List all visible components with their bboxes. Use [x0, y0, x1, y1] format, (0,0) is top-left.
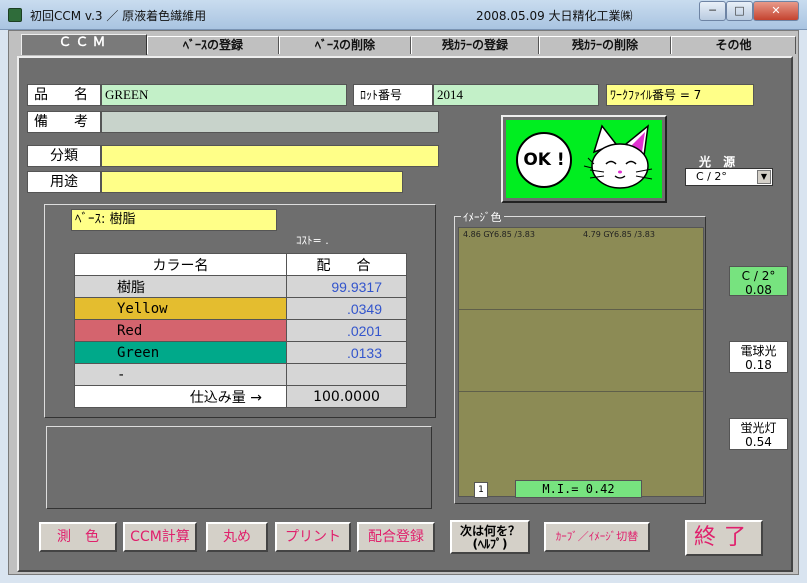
remark-label: 備 考 [27, 111, 101, 133]
image-color-swatch-top [459, 228, 703, 310]
ccm-calc-button[interactable]: CCM計算 [123, 522, 197, 552]
mi-value: M.I.= 0.42 [515, 480, 642, 498]
window-title: 初回CCM v.3 ／ 原液着色繊維用 [30, 9, 207, 23]
result-status-box: OK ! [501, 115, 667, 203]
measure-color-button[interactable]: 測 色 [39, 522, 117, 552]
tab-remaining-color-delete[interactable]: 残ｶﾗｰの削除 [539, 36, 671, 54]
tab-ccm[interactable]: ＣＣＭ [21, 34, 147, 55]
color-name-cell: Red [74, 319, 287, 342]
ratio-cell [286, 363, 407, 386]
ratio-cell: .0133 [286, 341, 407, 364]
lot-number-label: ﾛｯﾄ番号 [353, 84, 433, 106]
curve-image-switch-button[interactable]: ｶｰﾌﾞ／ｲﾒｰｼﾞ切替 [544, 522, 650, 552]
base-label: ﾍﾞｰｽ: 樹脂 [71, 209, 277, 231]
tab-base-delete[interactable]: ﾍﾞｰｽの削除 [279, 36, 411, 54]
image-color-caption: ｲﾒｰｼﾞ色 [461, 209, 504, 225]
page-number-box[interactable]: 1 [474, 482, 488, 498]
ratio-header: 配 合 [286, 253, 407, 276]
app-icon [8, 8, 22, 22]
color-name-header: カラー名 [74, 253, 287, 276]
window-date-company: 2008.05.09 大日精化工業㈱ [476, 9, 633, 23]
side-value-fluorescent-label: 蛍光灯 [740, 421, 777, 435]
side-value-fluorescent-value: 0.54 [745, 435, 772, 449]
table-row[interactable]: - [74, 363, 407, 386]
help-button[interactable]: 次は何を？ (ﾍﾙﾌﾟ) [450, 520, 530, 554]
category-label: 分類 [27, 145, 101, 167]
side-value-incandescent-label: 電球光 [740, 344, 777, 358]
mix-table: カラー名 配 合 樹脂 99.9317 Yellow .0349 Red .02… [74, 253, 407, 408]
register-mix-button[interactable]: 配合登録 [357, 522, 435, 552]
side-value-incandescent: 電球光 0.18 [729, 341, 788, 373]
light-source-select[interactable]: C / 2° ▼ [685, 168, 773, 186]
color-name-cell: Green [74, 341, 287, 364]
side-value-c2-label: C / 2° [741, 269, 776, 283]
memo-area [46, 426, 432, 509]
round-button[interactable]: 丸め [206, 522, 268, 552]
tab-remaining-color-register[interactable]: 残ｶﾗｰの登録 [411, 36, 539, 54]
side-value-incandescent-value: 0.18 [745, 358, 772, 372]
total-row: 仕込み量 → 100.0000 [74, 385, 407, 408]
image-color-display: 4.86 GY6.85 /3.83 4.79 GY6.85 /3.83 [458, 227, 704, 497]
title-bar: 初回CCM v.3 ／ 原液着色繊維用 2008.05.09 大日精化工業㈱ ─… [0, 0, 807, 30]
workfile-number: ﾜｰｸﾌｧｲﾙ番号 = 7 [606, 84, 754, 106]
remark-field[interactable] [101, 111, 439, 133]
image-color-right-label: 4.79 GY6.85 /3.83 [583, 230, 655, 239]
image-color-swatch-bottom [459, 392, 703, 474]
color-name-cell: Yellow [74, 297, 287, 320]
maximize-button[interactable]: □ [726, 1, 753, 21]
side-value-c2-value: 0.08 [745, 283, 772, 297]
table-row[interactable]: Red .0201 [74, 319, 407, 342]
category-field[interactable] [101, 145, 439, 167]
light-source-value: C / 2° [696, 170, 727, 183]
close-button[interactable]: ✕ [753, 1, 799, 21]
dropdown-arrow-icon[interactable]: ▼ [757, 170, 771, 184]
cat-mascot-icon [583, 124, 653, 189]
total-value: 100.0000 [286, 385, 407, 408]
side-value-fluorescent: 蛍光灯 0.54 [729, 418, 788, 450]
side-value-c2: C / 2° 0.08 [729, 266, 788, 297]
product-name-field[interactable]: GREEN [101, 84, 347, 106]
ratio-cell: .0201 [286, 319, 407, 342]
ratio-cell: .0349 [286, 297, 407, 320]
table-row[interactable]: Yellow .0349 [74, 297, 407, 320]
table-row[interactable]: Green .0133 [74, 341, 407, 364]
tab-base-register[interactable]: ﾍﾞｰｽの登録 [147, 36, 279, 54]
help-button-line2: (ﾍﾙﾌﾟ) [472, 537, 508, 551]
cost-label: ｺｽﾄ= . [296, 234, 329, 247]
usage-field[interactable] [101, 171, 403, 193]
tab-other[interactable]: その他 [671, 36, 796, 54]
color-name-cell: 樹脂 [74, 275, 287, 298]
minimize-button[interactable]: ─ [699, 1, 726, 21]
color-name-cell: - [74, 363, 287, 386]
image-color-left-label: 4.86 GY6.85 /3.83 [463, 230, 535, 239]
print-button[interactable]: プリント [275, 522, 351, 552]
ccm-panel: 品 名 GREEN ﾛｯﾄ番号 2014 ﾜｰｸﾌｧｲﾙ番号 = 7 備 考 分… [17, 56, 793, 572]
image-color-swatch-middle [459, 310, 703, 392]
usage-label: 用途 [27, 171, 101, 193]
table-row[interactable]: 樹脂 99.9317 [74, 275, 407, 298]
product-name-label: 品 名 [27, 84, 101, 106]
ratio-cell: 99.9317 [286, 275, 407, 298]
mix-table-header: カラー名 配 合 [74, 253, 407, 276]
ok-bubble: OK ! [516, 132, 572, 188]
client-area: ＣＣＭ ﾍﾞｰｽの登録 ﾍﾞｰｽの削除 残ｶﾗｰの登録 残ｶﾗｰの削除 その他 … [8, 30, 799, 575]
result-status-background: OK ! [506, 120, 662, 198]
total-label: 仕込み量 → [74, 385, 287, 408]
lot-number-field[interactable]: 2014 [433, 84, 599, 106]
exit-button[interactable]: 終了 [685, 520, 763, 556]
tab-strip: ＣＣＭ ﾍﾞｰｽの登録 ﾍﾞｰｽの削除 残ｶﾗｰの登録 残ｶﾗｰの削除 その他 [15, 34, 798, 55]
